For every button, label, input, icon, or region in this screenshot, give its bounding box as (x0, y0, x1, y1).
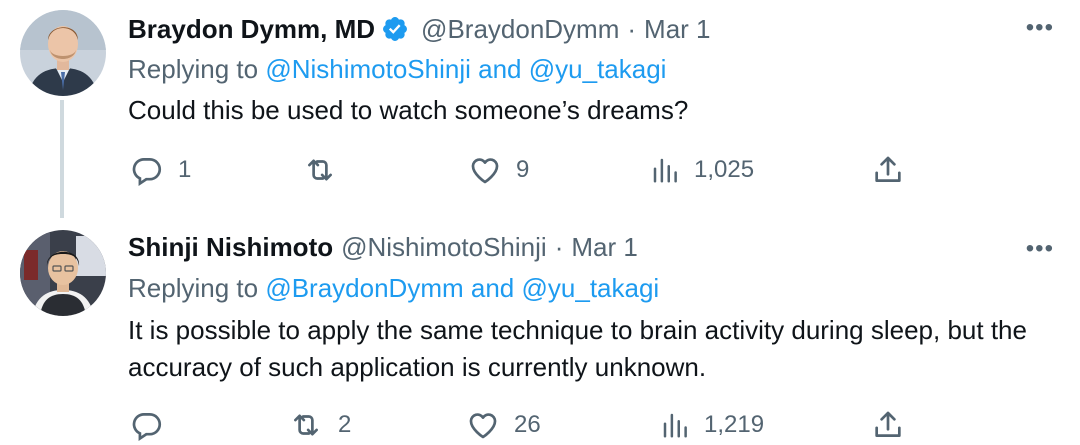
user-handle[interactable]: @BraydonDymm (421, 14, 619, 44)
tweet-actions: 1 9 1,025 (0, 150, 1080, 190)
like-count: 26 (514, 411, 541, 438)
replying-to-line: Replying to @NishimotoShinji and @yu_tak… (128, 54, 666, 85)
tweet-shinji[interactable]: Shinji Nishimoto @NishimotoShinji · Mar 1 •… (0, 215, 1080, 445)
verified-badge-icon (381, 14, 409, 54)
retweet-count: 2 (338, 411, 352, 438)
mention-link-2[interactable]: @yu_takagi (529, 54, 667, 84)
tweet-header: Braydon Dymm, MD @BraydonDymm · Mar 1 (128, 9, 711, 49)
share-button[interactable] (871, 150, 905, 190)
reply-button[interactable]: 1 (130, 150, 191, 190)
views-button[interactable]: 1,219 (660, 405, 764, 445)
replying-to-line: Replying to @BraydonDymm and @yu_takagi (128, 273, 659, 304)
retweet-icon (302, 153, 338, 187)
views-count: 1,025 (694, 156, 755, 183)
views-count: 1,219 (704, 411, 765, 438)
separator-dot: · (554, 232, 564, 262)
mention-and: and (470, 273, 515, 303)
tweet-actions: 2 26 1,219 (0, 405, 1080, 445)
views-icon (650, 153, 680, 187)
retweet-button[interactable]: 2 (288, 405, 351, 445)
heart-icon (466, 408, 500, 442)
user-handle[interactable]: @NishimotoShinji (341, 232, 547, 262)
like-button[interactable]: 26 (466, 405, 541, 445)
tweet-text: Could this be used to watch someone’s dr… (128, 95, 689, 125)
display-name[interactable]: Braydon Dymm, MD (128, 14, 375, 44)
reply-button[interactable] (130, 405, 178, 445)
reply-icon (130, 408, 164, 442)
replying-prefix: Replying to (128, 54, 259, 84)
retweet-button[interactable] (302, 150, 352, 190)
heart-icon (468, 153, 502, 187)
more-icon[interactable]: ••• (1026, 14, 1054, 42)
reply-icon (130, 153, 164, 187)
replying-prefix: Replying to (128, 273, 259, 303)
tweet-braydon[interactable]: Braydon Dymm, MD @BraydonDymm · Mar 1 ••• R… (0, 0, 1080, 218)
avatar-braydon[interactable] (20, 10, 106, 96)
like-count: 9 (516, 156, 530, 183)
reply-count: 1 (178, 156, 192, 183)
views-icon (660, 408, 690, 442)
share-button[interactable] (871, 405, 905, 445)
views-button[interactable]: 1,025 (650, 150, 754, 190)
share-icon (871, 153, 905, 187)
display-name[interactable]: Shinji Nishimoto (128, 232, 333, 262)
tweet-date[interactable]: Mar 1 (571, 232, 637, 262)
more-icon[interactable]: ••• (1026, 235, 1054, 263)
tweet-date[interactable]: Mar 1 (644, 14, 710, 44)
mention-link-2[interactable]: @yu_takagi (522, 273, 660, 303)
retweet-icon (288, 408, 324, 442)
mention-link-1[interactable]: @NishimotoShinji (265, 54, 471, 84)
share-icon (871, 408, 905, 442)
mention-and: and (478, 54, 522, 84)
mention-link-1[interactable]: @BraydonDymm (265, 273, 463, 303)
avatar-shinji[interactable] (20, 230, 106, 316)
separator-dot: · (627, 14, 637, 44)
like-button[interactable]: 9 (468, 150, 529, 190)
tweet-header: Shinji Nishimoto @NishimotoShinji · Mar 1 (128, 227, 638, 267)
tweet-text: It is possible to apply the same techniq… (128, 315, 1027, 382)
